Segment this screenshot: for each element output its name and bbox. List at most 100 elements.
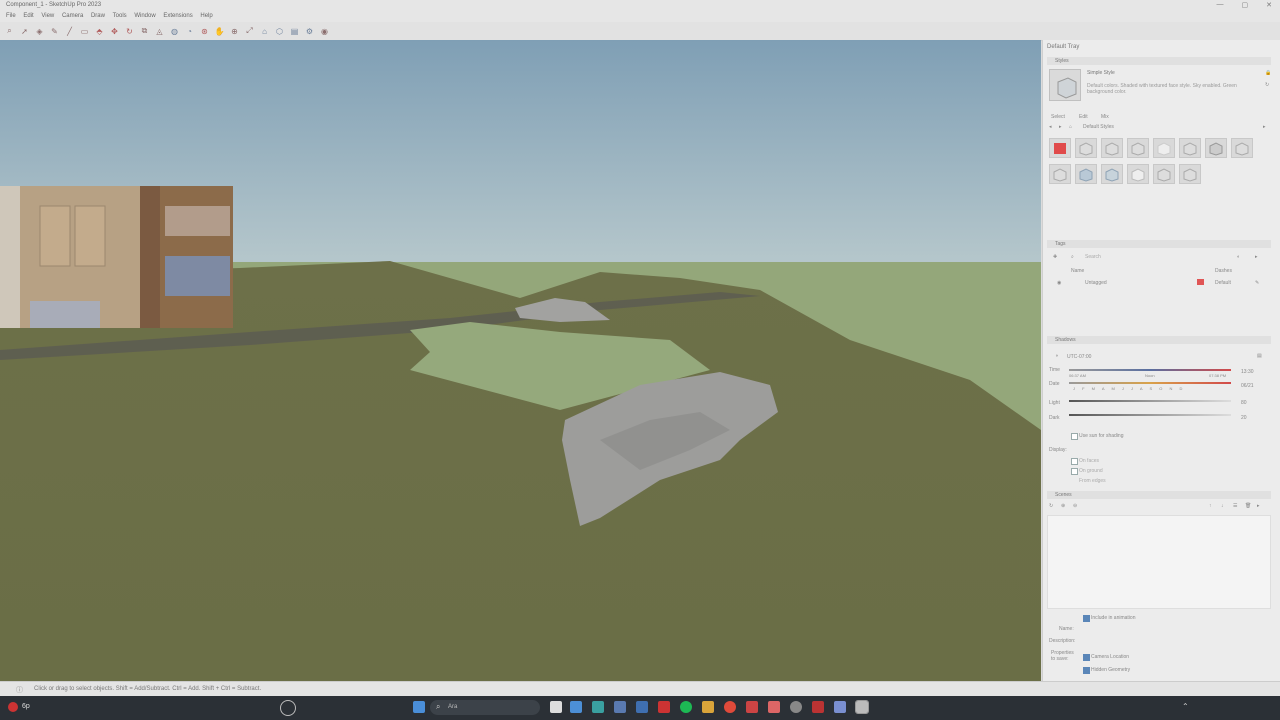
add-tag-icon[interactable]: ✚ bbox=[1053, 254, 1057, 260]
back-icon[interactable]: ◂ bbox=[1049, 124, 1052, 130]
profile-icon[interactable]: ◉ bbox=[319, 26, 330, 37]
style-collection-select[interactable]: Default Styles bbox=[1083, 124, 1114, 130]
scene-list[interactable] bbox=[1047, 515, 1271, 609]
extension-warehouse-icon[interactable]: ⬡ bbox=[274, 26, 285, 37]
delete-icon[interactable]: 🗑 bbox=[1245, 503, 1251, 509]
shadow-toggle-icon[interactable]: ◑ bbox=[1055, 353, 1058, 359]
chrome-icon[interactable] bbox=[724, 701, 736, 713]
styles-tab-edit[interactable]: Edit bbox=[1079, 114, 1088, 120]
color-by-tag-icon[interactable]: ◐ bbox=[1237, 254, 1240, 260]
orbit-icon[interactable]: ⊛ bbox=[199, 26, 210, 37]
spotify-icon[interactable] bbox=[680, 701, 692, 713]
menu-camera[interactable]: Camera bbox=[62, 13, 83, 19]
date-value[interactable]: 06/21 bbox=[1241, 383, 1254, 389]
push-pull-icon[interactable]: ⬘ bbox=[94, 26, 105, 37]
tags-col-dashes[interactable]: Dashes bbox=[1215, 268, 1232, 274]
style-thumb[interactable] bbox=[1127, 164, 1149, 184]
date-slider[interactable] bbox=[1069, 382, 1231, 384]
record-icon[interactable] bbox=[746, 701, 758, 713]
style-thumb[interactable] bbox=[1075, 138, 1097, 158]
zoom-extents-icon[interactable]: ⤢ bbox=[244, 26, 255, 37]
pencil-icon[interactable]: ✎ bbox=[1255, 280, 1259, 286]
update-style-icon[interactable]: ↻ bbox=[1265, 82, 1269, 88]
add-scene-icon[interactable]: ⊕ bbox=[1061, 503, 1065, 509]
task-view-icon[interactable] bbox=[550, 701, 562, 713]
close-button[interactable]: ✕ bbox=[1266, 1, 1272, 9]
on-faces-checkbox[interactable] bbox=[1071, 458, 1078, 465]
menu-tools[interactable]: Tools bbox=[113, 13, 127, 19]
style-thumb[interactable] bbox=[1179, 164, 1201, 184]
details-icon[interactable]: ▸ bbox=[1255, 254, 1258, 260]
tag-row-name[interactable]: Untagged bbox=[1085, 280, 1107, 286]
layout-icon[interactable]: ▤ bbox=[289, 26, 300, 37]
time-slider[interactable] bbox=[1069, 369, 1231, 371]
select-icon[interactable]: ➚ bbox=[19, 26, 30, 37]
move-down-icon[interactable]: ↓ bbox=[1221, 503, 1224, 509]
styles-tab-select[interactable]: Select bbox=[1051, 114, 1065, 120]
maximize-button[interactable]: ▢ bbox=[1242, 1, 1249, 9]
tags-col-name[interactable]: Name bbox=[1071, 268, 1084, 274]
style-thumb[interactable] bbox=[1127, 138, 1149, 158]
menu-draw[interactable]: Draw bbox=[91, 13, 105, 19]
extension-manager-icon[interactable]: ⚙ bbox=[304, 26, 315, 37]
remove-scene-icon[interactable]: ⊖ bbox=[1073, 503, 1077, 509]
time-value[interactable]: 13:30 bbox=[1241, 369, 1254, 375]
details-arrow-icon[interactable]: ▸ bbox=[1263, 124, 1266, 130]
tag-row-dashes[interactable]: Default bbox=[1215, 280, 1231, 286]
tag-search-input[interactable]: Search bbox=[1085, 254, 1215, 260]
visibility-eye-icon[interactable]: ◉ bbox=[1057, 280, 1061, 286]
warehouse-icon[interactable]: ⌂ bbox=[259, 26, 270, 37]
start-icon[interactable] bbox=[413, 701, 425, 713]
style-thumb[interactable] bbox=[1205, 138, 1227, 158]
move-up-icon[interactable]: ↑ bbox=[1209, 503, 1212, 509]
rotate-icon[interactable]: ↻ bbox=[124, 26, 135, 37]
pan-icon[interactable]: ✋ bbox=[214, 26, 225, 37]
tape-measure-icon[interactable]: ◍ bbox=[169, 26, 180, 37]
app2-icon[interactable] bbox=[812, 701, 824, 713]
shadows-header[interactable]: Shadows bbox=[1047, 336, 1271, 344]
styles-tab-mix[interactable]: Mix bbox=[1101, 114, 1109, 120]
shadow-details-icon[interactable]: ▤ bbox=[1257, 353, 1262, 359]
menu-view[interactable]: View bbox=[41, 13, 54, 19]
menu-edit[interactable]: Edit bbox=[23, 13, 33, 19]
model-viewport[interactable] bbox=[0, 40, 1041, 681]
forward-icon[interactable]: ▸ bbox=[1059, 124, 1062, 130]
offset-icon[interactable]: ◬ bbox=[154, 26, 165, 37]
tag-color-swatch[interactable] bbox=[1197, 279, 1204, 285]
info-icon[interactable]: ⓘ bbox=[16, 685, 23, 695]
use-sun-checkbox[interactable] bbox=[1071, 433, 1078, 440]
browser-icon[interactable] bbox=[592, 701, 604, 713]
app-icon[interactable] bbox=[658, 701, 670, 713]
sketchup-icon[interactable] bbox=[855, 700, 869, 714]
dark-slider[interactable] bbox=[1069, 414, 1231, 416]
light-value[interactable]: 80 bbox=[1241, 400, 1247, 406]
store-icon[interactable] bbox=[614, 701, 626, 713]
paint-bucket-icon[interactable]: ◔ bbox=[184, 26, 195, 37]
scenes-header[interactable]: Scenes bbox=[1047, 491, 1271, 499]
app3-icon[interactable] bbox=[834, 701, 846, 713]
move-icon[interactable]: ✥ bbox=[109, 26, 120, 37]
menu-window[interactable]: Window bbox=[134, 13, 155, 19]
edge-icon[interactable] bbox=[570, 701, 582, 713]
style-thumb[interactable] bbox=[1049, 164, 1071, 184]
rectangle-icon[interactable]: ▭ bbox=[79, 26, 90, 37]
mail-icon[interactable] bbox=[636, 701, 648, 713]
light-slider[interactable] bbox=[1069, 400, 1231, 402]
tray-overflow-icon[interactable]: ⌃ bbox=[1182, 702, 1189, 711]
style-thumb[interactable] bbox=[1049, 138, 1071, 158]
media-icon[interactable] bbox=[790, 701, 802, 713]
tags-header[interactable]: Tags bbox=[1047, 240, 1271, 248]
scene-details-icon[interactable]: ▸ bbox=[1257, 503, 1260, 509]
taskbar-search-input[interactable]: Ara bbox=[448, 704, 457, 710]
on-ground-checkbox[interactable] bbox=[1071, 468, 1078, 475]
style-thumb[interactable] bbox=[1153, 164, 1175, 184]
copilot-icon[interactable] bbox=[280, 700, 296, 716]
menu-extensions[interactable]: Extensions bbox=[163, 13, 192, 19]
mic-icon[interactable] bbox=[768, 701, 780, 713]
pencil-icon[interactable]: ✎ bbox=[49, 26, 60, 37]
dark-value[interactable]: 20 bbox=[1241, 415, 1247, 421]
menu-file[interactable]: File bbox=[6, 13, 16, 19]
scale-icon[interactable]: ⧉ bbox=[139, 26, 150, 37]
folder-icon[interactable] bbox=[702, 701, 714, 713]
view-options-icon[interactable]: ☰ bbox=[1233, 503, 1237, 509]
